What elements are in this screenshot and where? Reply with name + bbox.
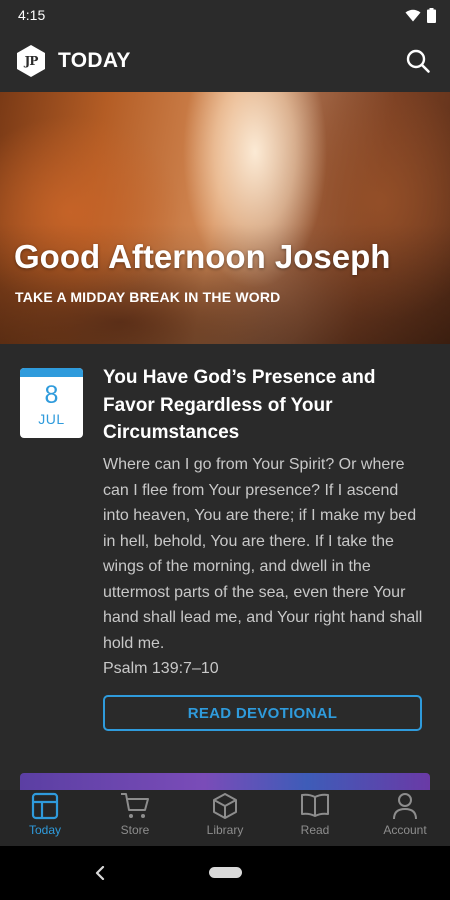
read-devotional-button[interactable]: READ DEVOTIONAL <box>103 695 422 731</box>
logo-text: JP <box>24 54 39 68</box>
nav-label-library: Library <box>206 823 244 837</box>
status-icons <box>405 7 436 23</box>
back-chevron-icon <box>95 866 105 880</box>
hero-subtitle: TAKE A MIDDAY BREAK IN THE WORD <box>15 289 281 305</box>
cube-icon <box>213 793 237 819</box>
status-bar: 4:15 <box>0 0 450 30</box>
today-icon <box>31 792 59 820</box>
page-title: TODAY <box>58 49 131 72</box>
nav-label-store: Store <box>120 823 150 837</box>
hero-greeting: Good Afternoon Joseph <box>14 238 391 275</box>
devotional-card: 8 JUL You Have God’s Presence and Favor … <box>0 344 450 790</box>
devotional-body: Where can I go from Your Spirit? Or wher… <box>103 452 423 682</box>
jp-logo[interactable]: JP <box>14 44 48 78</box>
system-back-button[interactable] <box>90 863 110 883</box>
book-icon <box>301 793 329 817</box>
search-icon <box>406 49 430 73</box>
wifi-icon <box>405 9 421 21</box>
nav-label-account: Account <box>383 823 427 837</box>
date-badge: 8 JUL <box>20 368 83 438</box>
nav-item-library[interactable]: Library <box>180 790 270 846</box>
nav-item-account[interactable]: Account <box>360 790 450 846</box>
status-time: 4:15 <box>18 7 46 23</box>
nav-item-store[interactable]: Store <box>90 790 180 846</box>
nav-label-read: Read <box>300 823 330 837</box>
devotional-title[interactable]: You Have God’s Presence and Favor Regard… <box>103 364 403 447</box>
bottom-nav: Today Store Library Read Account <box>0 790 450 846</box>
devotional-verse-text: Where can I go from Your Spirit? Or wher… <box>103 456 423 652</box>
nav-label-today: Today <box>28 823 62 837</box>
nav-item-read[interactable]: Read <box>270 790 360 846</box>
system-nav-bar <box>0 846 450 900</box>
hero-banner: Good Afternoon Joseph TAKE A MIDDAY BREA… <box>0 92 450 344</box>
date-month: JUL <box>38 411 65 427</box>
date-badge-header <box>20 368 83 377</box>
search-button[interactable] <box>400 43 436 79</box>
cart-icon <box>121 793 149 818</box>
nav-item-today[interactable]: Today <box>0 790 90 846</box>
person-icon <box>393 793 417 820</box>
next-card-preview[interactable] <box>20 773 430 790</box>
date-day: 8 <box>44 381 59 409</box>
battery-icon <box>427 7 436 23</box>
system-home-button[interactable] <box>209 867 242 878</box>
devotional-reference: Psalm 139:7–10 <box>103 660 219 677</box>
app-bar: JP TODAY <box>0 30 450 92</box>
